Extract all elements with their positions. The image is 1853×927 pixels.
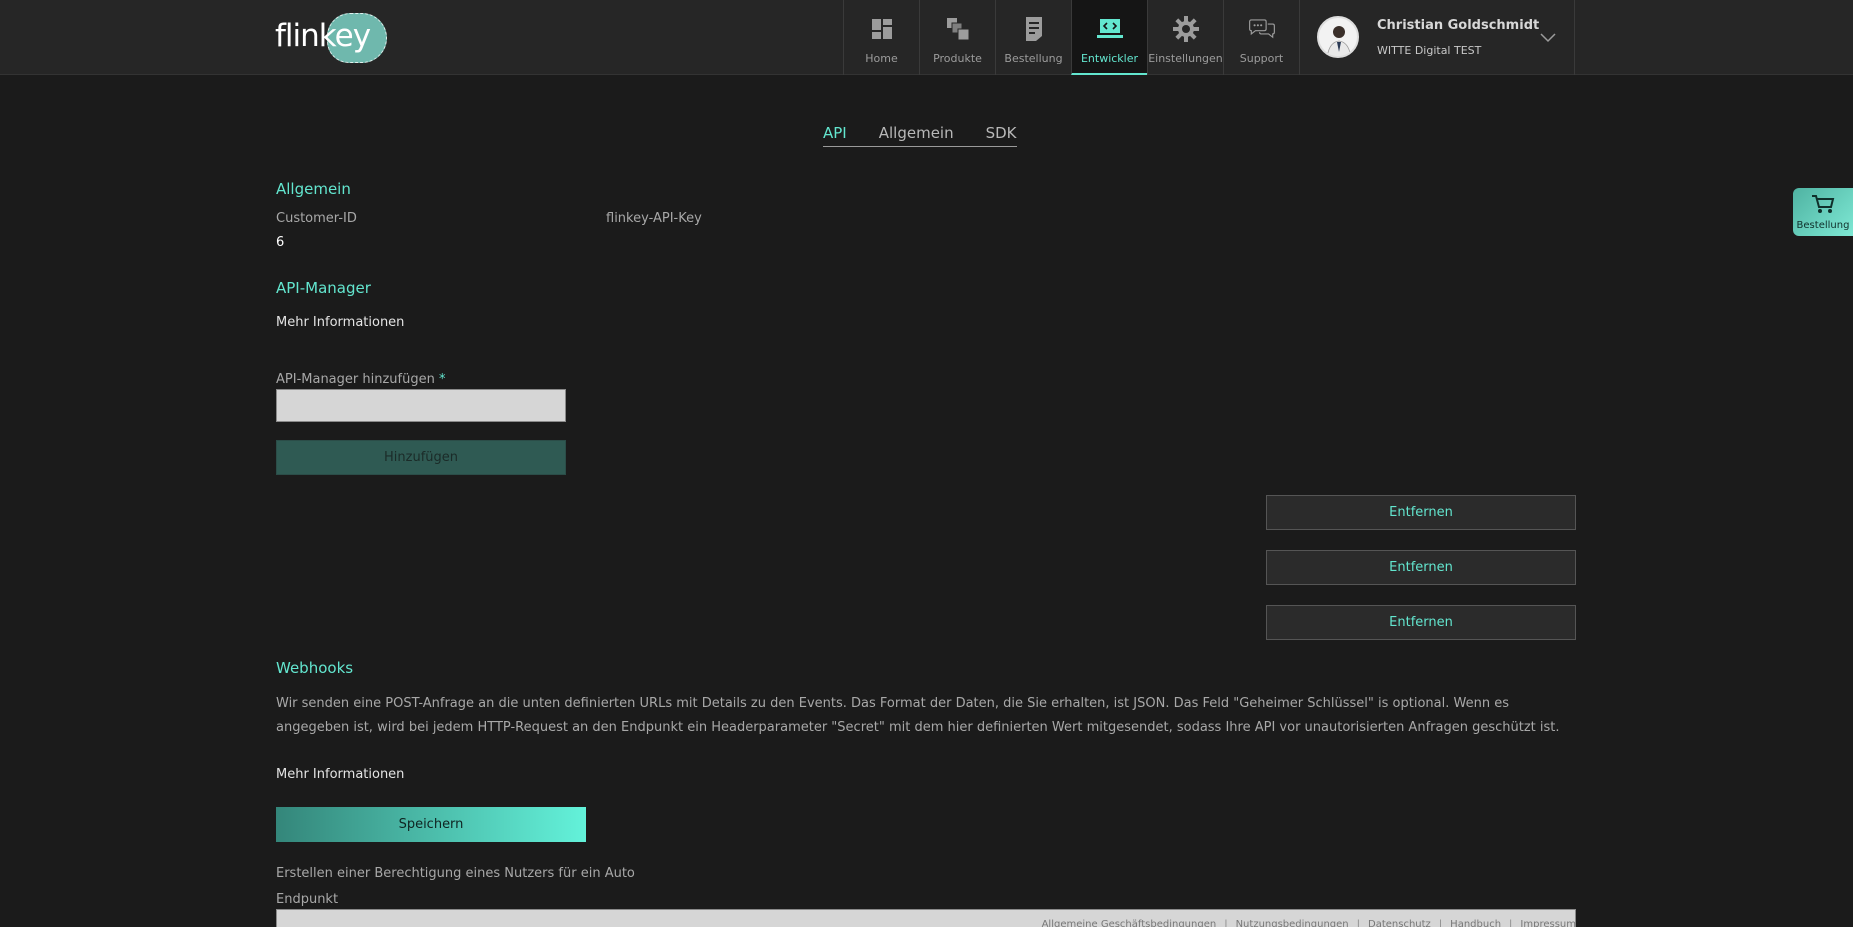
sub-tabs: API Allgemein SDK — [823, 124, 1017, 147]
footer-separator: | — [1224, 919, 1228, 927]
order-document-icon — [1020, 15, 1048, 43]
nav-item-einstellungen[interactable]: Einstellungen — [1147, 0, 1223, 75]
cart-icon — [1811, 194, 1835, 218]
nav-label: Entwickler — [1080, 52, 1139, 65]
webhooks-more-info-link[interactable]: Mehr Informationen — [276, 767, 404, 782]
gear-icon — [1172, 15, 1200, 43]
api-manager-add-label: API-Manager hinzufügen * — [276, 372, 446, 387]
save-button[interactable]: Speichern — [276, 807, 586, 842]
required-mark: * — [438, 372, 446, 387]
chat-bubbles-icon — [1248, 15, 1276, 43]
nav-label: Support — [1239, 52, 1284, 65]
api-manager-input[interactable] — [276, 389, 566, 422]
top-bar: flinkey Home Produkte Bestellung Entwick… — [0, 0, 1853, 75]
avatar — [1317, 16, 1359, 58]
tab-allgemein[interactable]: Allgemein — [879, 124, 954, 146]
profile-name: Christian Goldschmidt — [1377, 18, 1540, 33]
remove-button[interactable]: Entfernen — [1266, 495, 1576, 530]
flinkey-logo[interactable]: flinkey — [275, 10, 395, 66]
main-nav: Home Produkte Bestellung Entwickler Eins… — [843, 0, 1299, 75]
footer-link-datenschutz[interactable]: Datenschutz — [1368, 919, 1431, 927]
chevron-down-icon[interactable] — [1540, 28, 1556, 47]
profile-org: WITTE Digital TEST — [1377, 44, 1482, 57]
footer-link-handbuch[interactable]: Handbuch — [1450, 919, 1501, 927]
section-heading-webhooks: Webhooks — [276, 659, 354, 677]
logo-text: flinkey — [275, 18, 371, 54]
nav-label: Home — [865, 52, 898, 65]
more-info-link[interactable]: Mehr Informationen — [276, 315, 404, 330]
section-heading-allgemein: Allgemein — [276, 180, 351, 198]
customer-id-value: 6 — [276, 235, 285, 250]
nav-label: Einstellungen — [1148, 52, 1223, 65]
remove-button[interactable]: Entfernen — [1266, 550, 1576, 585]
footer-links: Allgemeine Geschäftsbedingungen | Nutzun… — [1042, 919, 1576, 927]
developer-laptop-icon — [1096, 15, 1124, 43]
event-description: Erstellen einer Berechtigung eines Nutze… — [276, 866, 635, 881]
footer-separator: | — [1509, 919, 1513, 927]
footer-link-impressum[interactable]: Impressum — [1520, 919, 1576, 927]
api-key-label: flinkey-API-Key — [606, 211, 702, 226]
products-icon — [944, 15, 972, 43]
dashboard-icon — [868, 15, 896, 43]
tab-sdk[interactable]: SDK — [986, 124, 1017, 146]
footer-link-agb[interactable]: Allgemeine Geschäftsbedingungen — [1042, 919, 1217, 927]
tab-api[interactable]: API — [823, 124, 847, 146]
footer-separator: | — [1356, 919, 1360, 927]
profile-menu[interactable]: Christian Goldschmidt WITTE Digital TEST — [1299, 0, 1575, 75]
customer-id-label: Customer-ID — [276, 211, 357, 226]
nav-item-support[interactable]: Support — [1223, 0, 1299, 75]
add-api-manager-button[interactable]: Hinzufügen — [276, 440, 566, 475]
remove-button[interactable]: Entfernen — [1266, 605, 1576, 640]
cart-label: Bestellung — [1796, 219, 1850, 231]
nav-item-bestellung[interactable]: Bestellung — [995, 0, 1071, 75]
nav-item-produkte[interactable]: Produkte — [919, 0, 995, 75]
webhooks-description: Wir senden eine POST-Anfrage an die unte… — [276, 696, 1560, 735]
footer-link-nutzungsbedingungen[interactable]: Nutzungsbedingungen — [1236, 919, 1349, 927]
footer-separator: | — [1438, 919, 1443, 927]
nav-item-home[interactable]: Home — [843, 0, 919, 75]
section-heading-api-manager: API-Manager — [276, 279, 371, 297]
floating-cart-button[interactable]: Bestellung — [1793, 188, 1853, 236]
nav-label: Produkte — [933, 52, 982, 65]
nav-label: Bestellung — [1004, 52, 1063, 65]
nav-item-entwickler[interactable]: Entwickler — [1071, 0, 1147, 75]
endpoint-label: Endpunkt — [276, 892, 339, 907]
